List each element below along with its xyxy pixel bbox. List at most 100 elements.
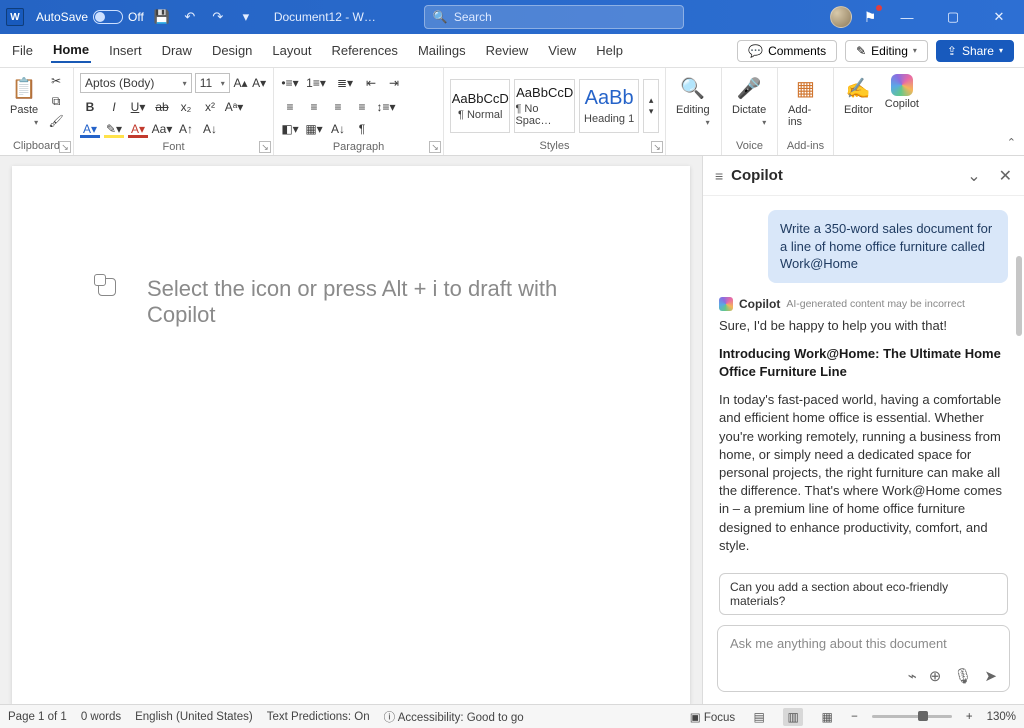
notifications-icon[interactable]: ⚑ [860,7,880,27]
comments-button[interactable]: 💬Comments [737,40,837,62]
tab-file[interactable]: File [10,39,35,62]
justify-icon[interactable]: ≡ [352,98,372,116]
cut-icon[interactable]: ✂ [46,72,66,90]
share-button[interactable]: ⇪Share▾ [936,40,1014,62]
document-page[interactable]: Select the icon or press Alt + i to draf… [12,166,690,704]
tab-references[interactable]: References [329,39,399,62]
copilot-input[interactable]: Ask me anything about this document ⌁ ⊕ … [717,625,1010,692]
draft-copilot-icon[interactable] [98,278,116,296]
font-color-button[interactable]: A▾ [80,120,100,138]
attachment-icon[interactable]: ⌁ [908,667,917,685]
user-avatar[interactable] [830,6,852,28]
collapse-ribbon-icon[interactable]: ⌃ [1007,136,1016,149]
suggestion-chip-1[interactable]: Can you add a section about eco-friendly… [719,573,1008,615]
paragraph-dialog-launcher-icon[interactable]: ↘ [429,141,441,153]
tab-review[interactable]: Review [484,39,531,62]
numbering-button[interactable]: 1≡▾ [303,74,329,92]
save-icon[interactable]: 💾 [152,7,172,27]
editing-dropdown[interactable]: 🔍Editing▾ [672,72,714,129]
addins-button[interactable]: ▦Add-ins [784,72,827,130]
change-case-button[interactable]: Aa▾ [152,120,172,138]
format-painter-icon[interactable]: 🖌 [46,112,66,130]
tab-mailings[interactable]: Mailings [416,39,468,62]
search-input[interactable]: 🔍 Search [424,5,684,29]
focus-mode-button[interactable]: ▣ Focus [690,710,735,724]
show-marks-icon[interactable]: ¶ [352,120,372,138]
send-icon[interactable]: ➤ [984,667,997,685]
status-lang[interactable]: English (United States) [135,711,253,723]
pane-menu-icon[interactable]: ≡ [715,168,723,184]
clear-format-up-icon[interactable]: A↑ [176,120,196,138]
undo-icon[interactable]: ↶ [180,7,200,27]
zoom-level[interactable]: 130% [987,711,1016,723]
highlight-button[interactable]: ✎▾ [104,120,124,138]
increase-indent-icon[interactable]: ⇥ [384,74,404,92]
editing-mode-button[interactable]: ✎Editing▾ [845,40,928,62]
pane-close-icon[interactable]: ✕ [999,166,1012,186]
pane-scrollbar[interactable] [1016,256,1022,336]
redo-icon[interactable]: ↷ [208,7,228,27]
font-dialog-launcher-icon[interactable]: ↘ [259,141,271,153]
underline-button[interactable]: U▾ [128,98,148,116]
styles-dialog-launcher-icon[interactable]: ↘ [651,141,663,153]
text-effects-icon[interactable]: Aᵃ▾ [224,98,244,116]
status-page[interactable]: Page 1 of 1 [8,711,67,723]
italic-button[interactable]: I [104,98,124,116]
dictate-button[interactable]: 🎤Dictate▾ [728,72,770,129]
tab-help[interactable]: Help [594,39,625,62]
autosave-toggle[interactable]: AutoSave Off [36,10,144,24]
tab-draw[interactable]: Draw [160,39,194,62]
minimize-button[interactable]: — [888,3,926,31]
mic-icon[interactable]: 🎙 [953,667,972,685]
status-accessibility[interactable]: ⓘ Accessibility: Good to go [384,709,524,725]
maximize-button[interactable]: ▢ [934,3,972,31]
font-color2-button[interactable]: A▾ [128,120,148,138]
font-name-combo[interactable]: Aptos (Body)▾ [80,73,192,93]
shading-button[interactable]: ◧▾ [280,120,300,138]
clear-format-down-icon[interactable]: A↓ [200,120,220,138]
tab-layout[interactable]: Layout [270,39,313,62]
line-spacing-button[interactable]: ↕≡▾ [376,98,396,116]
tab-home[interactable]: Home [51,38,91,63]
align-right-icon[interactable]: ≡ [328,98,348,116]
status-predictions[interactable]: Text Predictions: On [267,711,370,723]
status-words[interactable]: 0 words [81,711,121,723]
style-heading1[interactable]: AaBbHeading 1 [579,79,639,133]
pane-chevron-down-icon[interactable]: ⌄ [967,166,980,186]
style-normal[interactable]: AaBbCcD¶ Normal [450,79,510,133]
align-left-icon[interactable]: ≡ [280,98,300,116]
web-icon[interactable]: ⊕ [929,667,942,685]
sort-icon[interactable]: A↓ [328,120,348,138]
zoom-out-icon[interactable]: − [851,711,858,723]
web-layout-icon[interactable]: ▦ [817,708,837,726]
grow-font-icon[interactable]: A▴ [233,74,249,92]
tab-insert[interactable]: Insert [107,39,144,62]
decrease-indent-icon[interactable]: ⇤ [361,74,381,92]
styles-gallery-expand[interactable]: ▴▾ [643,79,659,133]
style-no-spacing[interactable]: AaBbCcD¶ No Spac… [514,79,574,133]
read-mode-icon[interactable]: ▤ [749,708,769,726]
tab-design[interactable]: Design [210,39,254,62]
editor-button[interactable]: ✍Editor [840,72,877,118]
subscript-button[interactable]: x₂ [176,98,196,116]
zoom-in-icon[interactable]: + [966,711,973,723]
shrink-font-icon[interactable]: A▾ [251,74,267,92]
document-area[interactable]: Select the icon or press Alt + i to draf… [0,156,702,704]
clipboard-dialog-launcher-icon[interactable]: ↘ [59,141,71,153]
zoom-slider[interactable] [872,715,952,718]
qat-more-icon[interactable]: ▾ [236,7,256,27]
multilevel-list-button[interactable]: ≣▾ [332,74,358,92]
paste-button[interactable]: 📋 Paste ▾ [6,72,42,129]
document-title[interactable]: Document12 - W… [274,10,376,24]
font-size-combo[interactable]: 11▾ [195,73,230,93]
align-center-icon[interactable]: ≡ [304,98,324,116]
borders-button[interactable]: ▦▾ [304,120,324,138]
superscript-button[interactable]: x² [200,98,220,116]
close-button[interactable]: ✕ [980,3,1018,31]
bullets-button[interactable]: •≡▾ [280,74,300,92]
copy-icon[interactable]: ⧉ [46,92,66,110]
bold-button[interactable]: B [80,98,100,116]
print-layout-icon[interactable]: ▥ [783,708,803,726]
tab-view[interactable]: View [546,39,578,62]
copilot-button[interactable]: Copilot [881,72,923,112]
